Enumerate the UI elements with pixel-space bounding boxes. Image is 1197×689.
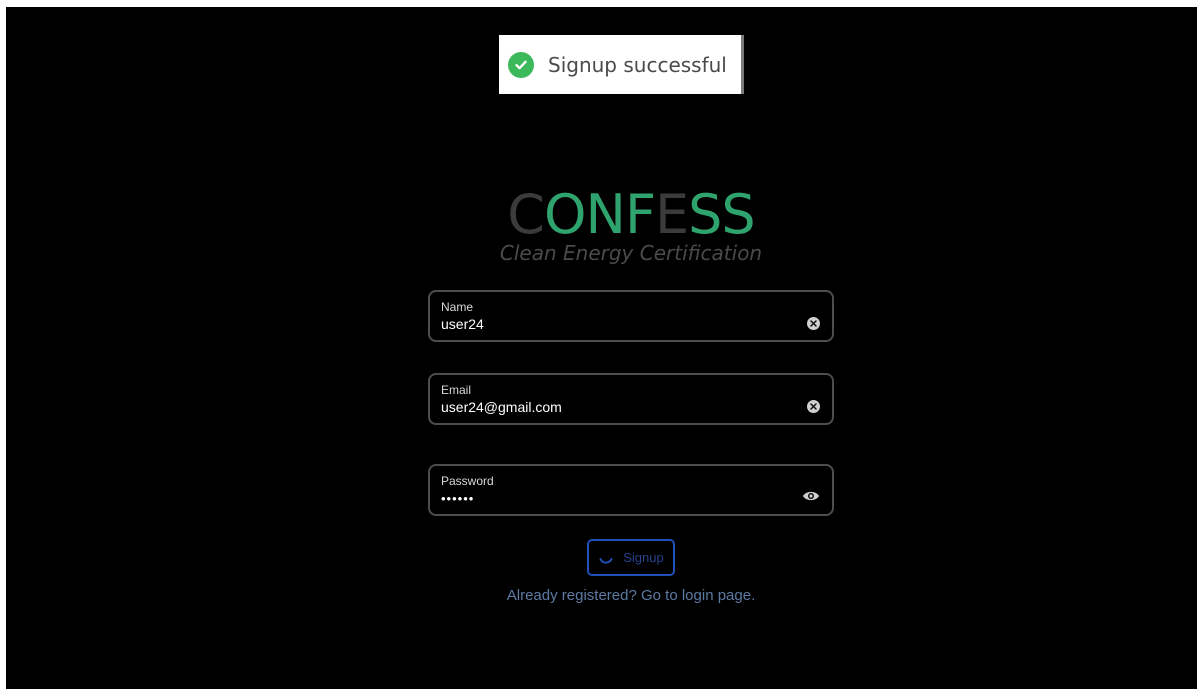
success-toast: Signup successful — [499, 35, 744, 94]
email-field[interactable]: Email — [428, 373, 834, 425]
logo-tagline: Clean Energy Certification — [499, 241, 763, 265]
check-circle-icon — [508, 51, 534, 78]
logo-letter: S — [688, 183, 722, 246]
clear-icon[interactable] — [807, 400, 820, 413]
logo: CONFESS — [6, 185, 1197, 245]
logo-letter: O — [544, 183, 587, 246]
password-input[interactable] — [441, 491, 781, 506]
loading-spinner-icon — [599, 557, 613, 564]
logo-letter: S — [721, 183, 755, 246]
toast-message: Signup successful — [548, 52, 727, 77]
password-field[interactable]: Password — [428, 464, 834, 516]
clear-icon[interactable] — [807, 317, 820, 330]
email-label: Email — [441, 383, 472, 397]
logo-letter: N — [585, 183, 626, 246]
name-input[interactable] — [441, 316, 781, 332]
logo-letter: E — [655, 183, 689, 246]
password-label: Password — [441, 474, 494, 488]
logo-letter: F — [624, 183, 656, 246]
signup-button[interactable]: Signup — [587, 539, 675, 576]
eye-icon[interactable] — [802, 489, 820, 503]
signup-label: Signup — [623, 550, 664, 565]
name-field[interactable]: Name — [428, 290, 834, 342]
logo-letter: C — [507, 183, 545, 246]
name-label: Name — [441, 300, 474, 314]
page-background: Signup successful CONFESS Clean Energy C… — [6, 7, 1197, 689]
email-input[interactable] — [441, 399, 781, 415]
login-link[interactable]: Already registered? Go to login page. — [6, 587, 1197, 604]
